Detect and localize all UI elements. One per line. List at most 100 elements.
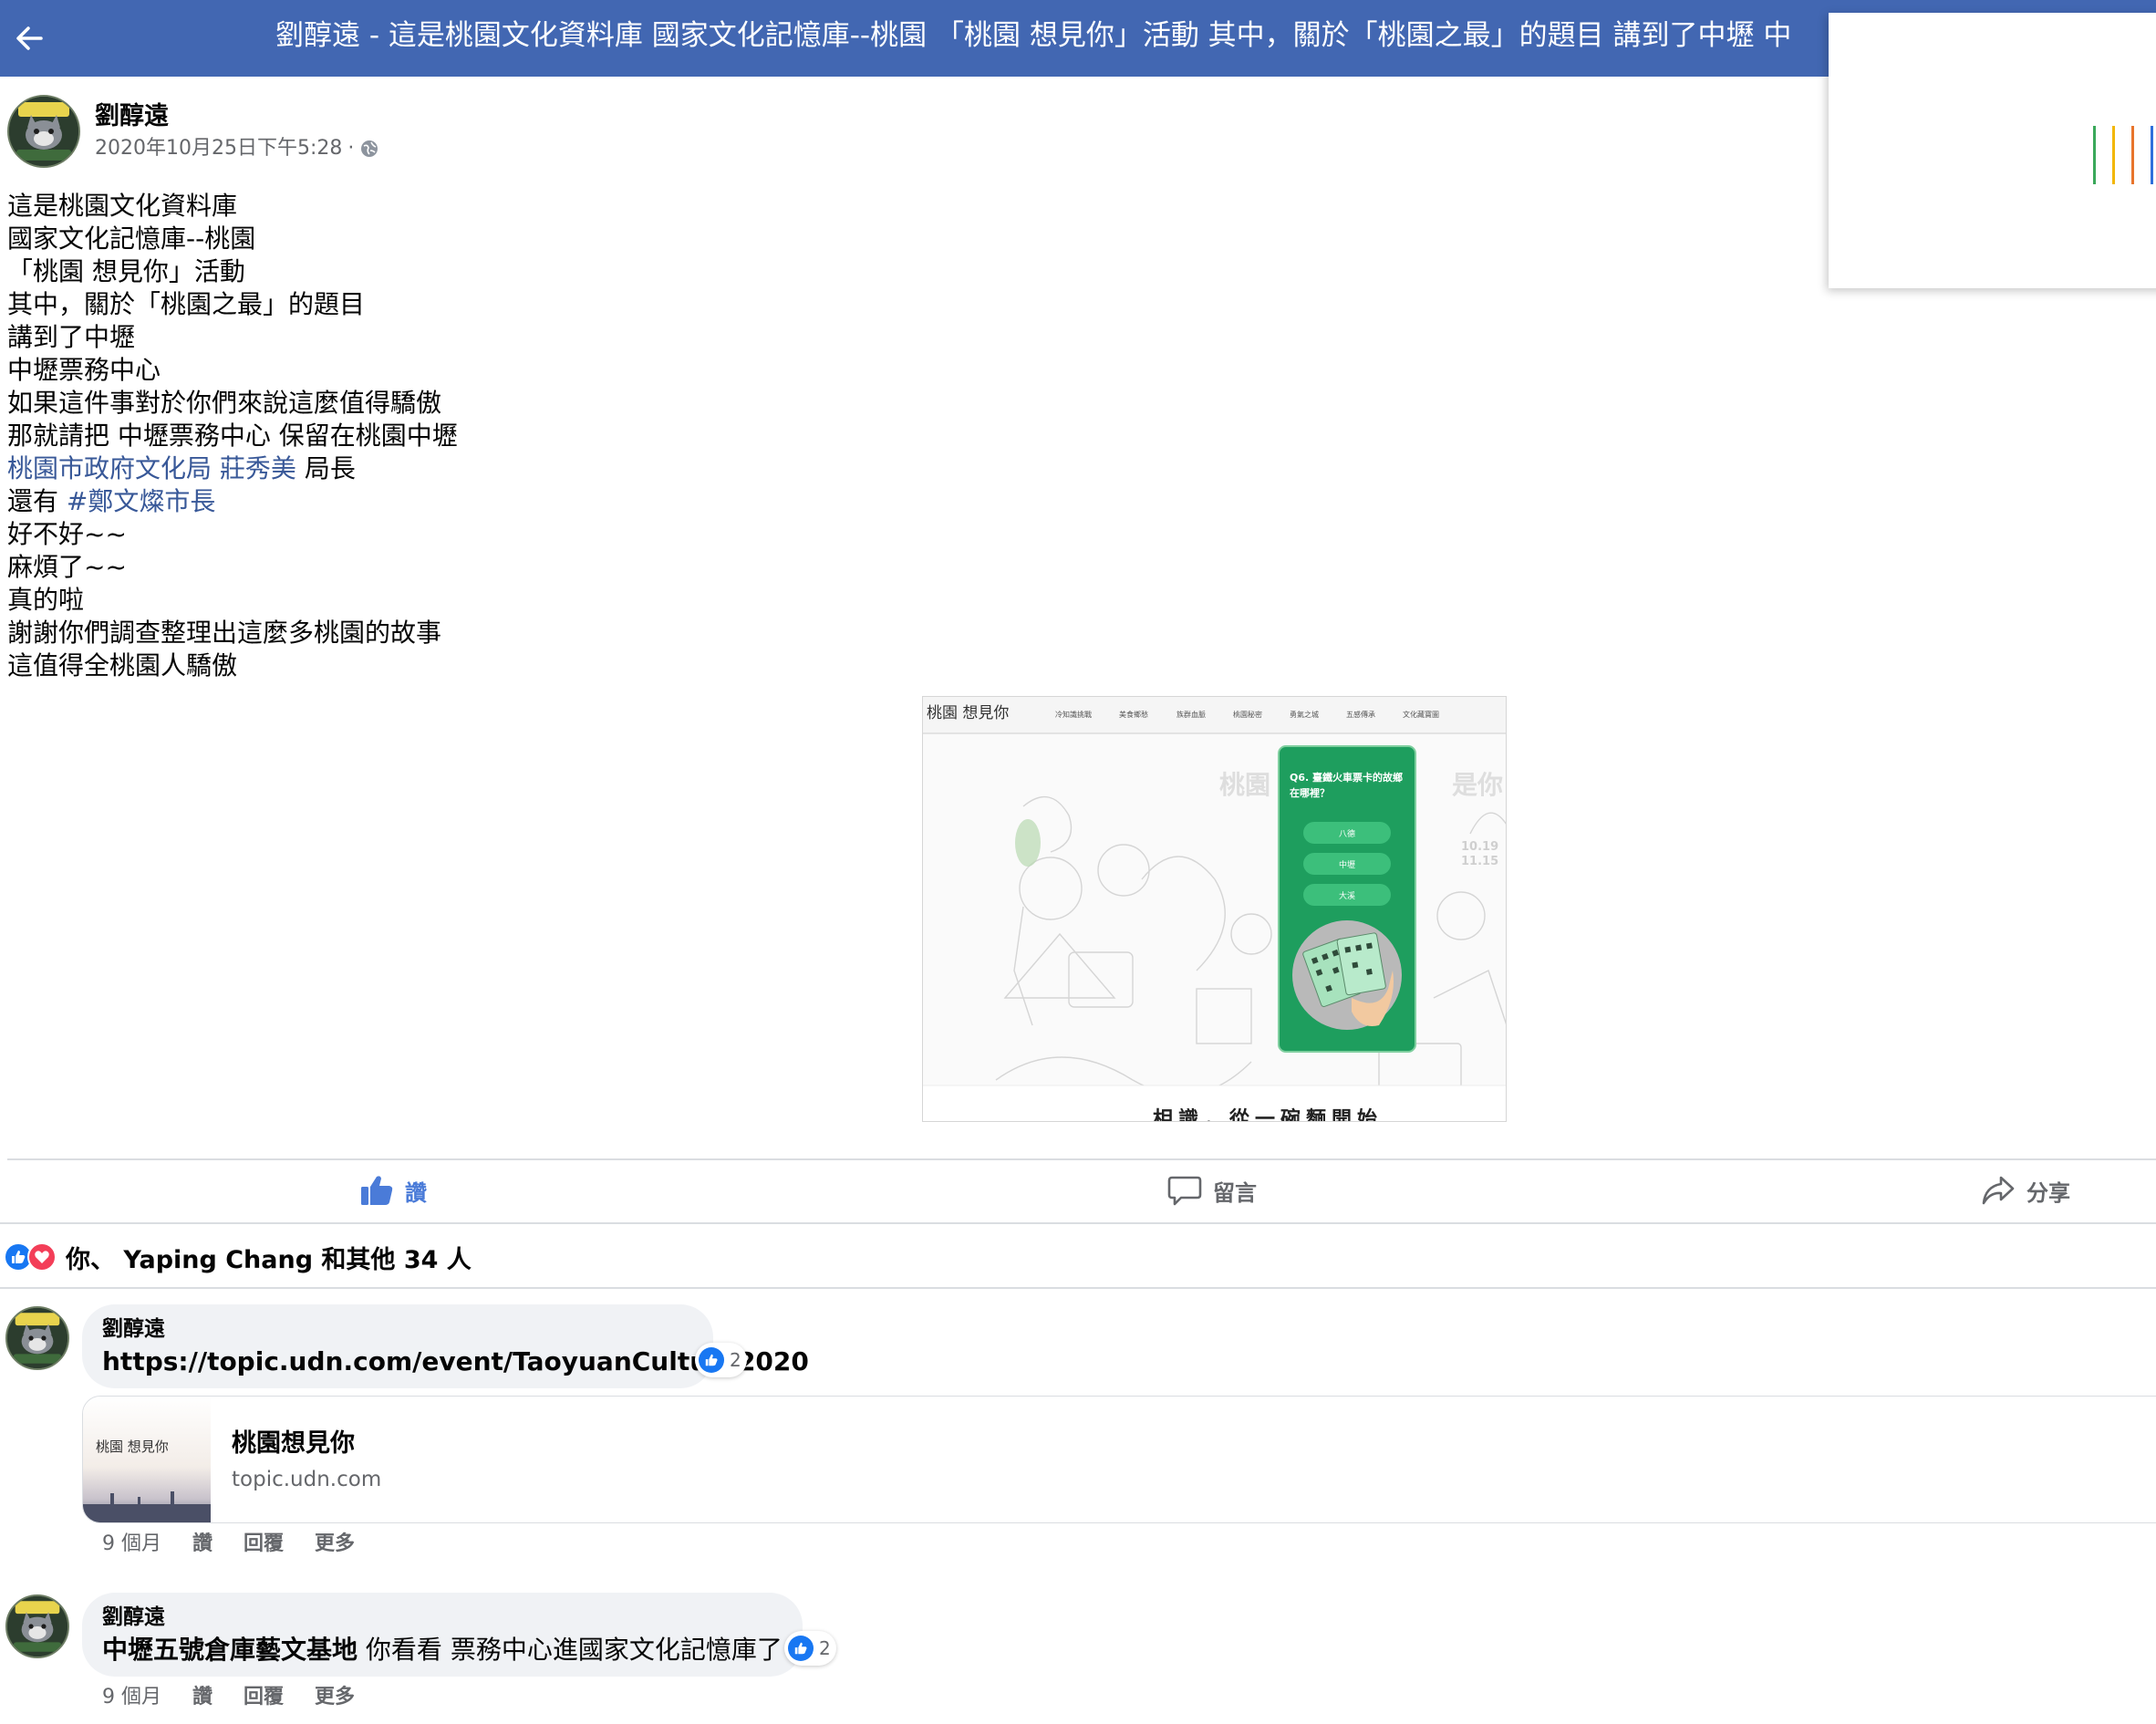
divider <box>0 1222 2156 1224</box>
comment-time: 9 個月 <box>102 1532 161 1555</box>
cat-avatar-image <box>9 97 78 166</box>
comment-actions: 9 個月 讚 回覆 更多 <box>102 1531 355 1558</box>
comment-button[interactable]: 留言 <box>1167 1169 1257 1211</box>
post-photo[interactable]: 桃園 想見你 冷知識挑戰 美食鄉愁 族群血脈 桃園秘密 勇氣之城 五感傳承 文化… <box>922 696 1507 1122</box>
comment-mention-link[interactable]: 中壢五號倉庫藝文基地 <box>102 1635 358 1665</box>
post-line: 麻煩了~~ <box>7 552 127 582</box>
comment-like-button[interactable]: 讚 <box>192 1531 212 1558</box>
post-line: 那就請把 中壢票務中心 保留在桃園中壢 <box>7 421 458 451</box>
post-line: 這是桃園文化資料庫 <box>7 191 238 221</box>
site-nav-item: 五感傳承 <box>1346 710 1375 719</box>
post-line-mentions: 桃園市政府文化局 莊秀美 局長 <box>7 452 458 485</box>
comment-actions: 9 個月 讚 回覆 更多 <box>102 1684 355 1711</box>
cat-avatar-image <box>7 1308 67 1368</box>
love-reaction-icon <box>27 1242 57 1272</box>
arrow-left-icon <box>16 26 43 50</box>
meta-separator: · <box>347 137 355 160</box>
mention-link-culture-bureau[interactable]: 桃園市政府文化局 <box>7 453 212 483</box>
globe-icon <box>359 139 379 159</box>
quiz-option-label: 中壢 <box>1339 859 1355 870</box>
post-line: 這值得全桃園人驕傲 <box>7 650 238 680</box>
thumbs-up-icon <box>361 1176 393 1205</box>
quiz-option-label: 大溪 <box>1339 890 1355 901</box>
post-meta: 2020年10月25日下午5:28 · <box>95 134 379 163</box>
event-date-end: 11.15 <box>1461 855 1498 868</box>
post-line: 真的啦 <box>7 585 85 615</box>
comment-reply-button[interactable]: 回覆 <box>244 1684 284 1711</box>
post-line: 國家文化記憶庫--桃園 <box>7 223 256 254</box>
commenter-avatar[interactable] <box>5 1306 69 1370</box>
comment-reply-button[interactable]: 回覆 <box>244 1531 284 1558</box>
post-timestamp[interactable]: 2020年10月25日下午5:28 <box>95 134 342 163</box>
post-line: 好不好~~ <box>7 519 127 549</box>
mention-suffix: 局長 <box>295 453 356 483</box>
divider <box>7 1158 2156 1160</box>
bg-text-right: 是你 <box>1452 770 1503 800</box>
comment-label: 留言 <box>1213 1179 1257 1206</box>
comment-bubble-icon <box>1167 1176 1202 1206</box>
comment-more-button[interactable]: 更多 <box>315 1684 355 1711</box>
site-nav-item: 冷知識挑戰 <box>1055 710 1092 719</box>
mention-link-person[interactable]: 莊秀美 <box>220 453 296 483</box>
reactions-summary[interactable]: 你、 Yaping Chang 和其他 34 人 <box>4 1239 472 1275</box>
like-button[interactable]: 讚 <box>359 1169 427 1211</box>
link-preview-thumbnail: 桃園 想見你 <box>83 1397 211 1522</box>
post-author-name[interactable]: 劉醇遠 <box>95 100 169 133</box>
back-button[interactable] <box>7 16 51 60</box>
comment-time: 9 個月 <box>102 1686 161 1708</box>
like-reaction-icon <box>699 1347 724 1373</box>
post-line: 中壢票務中心 <box>7 355 161 385</box>
loading-bar-yellow <box>2112 126 2115 184</box>
comment-reaction-count[interactable]: 2 <box>784 1631 836 1666</box>
comment-text: 你看看 票務中心進國家文化記憶庫了 <box>358 1635 783 1665</box>
quiz-option-label: 八德 <box>1339 828 1355 839</box>
post-line: 其中，關於「桃園之最」的題目 <box>7 289 366 319</box>
share-label: 分享 <box>2026 1179 2070 1206</box>
hashtag-prefix: 還有 <box>7 486 67 516</box>
site-nav-item: 桃園秘密 <box>1233 710 1262 719</box>
post-line: 「桃園 想見你」活動 <box>7 256 245 286</box>
link-preview-card[interactable]: 桃園 想見你 桃園想見你 topic.udn.com <box>82 1396 2156 1523</box>
thumbnail-logo: 桃園 想見你 <box>96 1438 169 1455</box>
comment-like-button[interactable]: 讚 <box>192 1684 212 1711</box>
cat-avatar-image <box>7 1596 67 1656</box>
link-preview-title: 桃園想見你 <box>232 1429 355 1458</box>
site-nav-item: 勇氣之城 <box>1290 710 1319 719</box>
share-arrow-icon <box>1982 1176 2015 1205</box>
loading-bar-orange <box>2131 126 2134 184</box>
site-caption: 相識，從一碗麵開始 <box>1153 1107 1383 1122</box>
author-avatar[interactable] <box>7 95 80 168</box>
post-line: 如果這件事對於你們來說這麼值得驕傲 <box>7 388 442 418</box>
site-logo: 桃園 想見你 <box>927 704 1009 722</box>
reaction-count: 2 <box>819 1637 831 1659</box>
comment-reaction-count[interactable]: 2 <box>695 1343 747 1377</box>
site-nav-item: 文化藏寶圖 <box>1403 710 1439 719</box>
post-line: 謝謝你們調查整理出這麼多桃園的故事 <box>7 618 442 648</box>
post-message: 這是桃園文化資料庫 國家文化記憶庫--桃園 「桃園 想見你」活動 其中，關於「桃… <box>7 190 458 682</box>
event-date-start: 10.19 <box>1461 840 1498 854</box>
post-line: 講到了中壢 <box>7 322 136 352</box>
site-nav-item: 族群血脈 <box>1176 710 1206 719</box>
site-nav-item: 美食鄉愁 <box>1119 710 1148 719</box>
like-reaction-icon <box>788 1636 814 1661</box>
post-line-hashtag: 還有 #鄭文燦市長 <box>7 485 458 518</box>
reactions-summary-text: 你、 Yaping Chang 和其他 34 人 <box>66 1245 472 1274</box>
bg-text-left: 桃園 <box>1219 770 1270 800</box>
comment-bubble: 劉醇遠 中壢五號倉庫藝文基地 你看看 票務中心進國家文化記憶庫了 <box>82 1593 803 1677</box>
comment-author[interactable]: 劉醇遠 <box>102 1314 693 1345</box>
floating-side-panel <box>1829 13 2156 288</box>
divider <box>0 1287 2156 1289</box>
reaction-count: 2 <box>730 1349 741 1371</box>
loading-bar-blue <box>2151 126 2153 184</box>
like-label: 讚 <box>405 1179 427 1206</box>
share-button[interactable]: 分享 <box>1981 1169 2070 1211</box>
commenter-avatar[interactable] <box>5 1594 69 1658</box>
page-title: 劉醇遠 - 這是桃園文化資料庫 國家文化記憶庫--桃園 「桃園 想見你」活動 其… <box>275 19 1792 52</box>
quiz-question: Q6. 臺鐵火車票卡的故鄉 <box>1290 771 1403 784</box>
quiz-question-line2: 在哪裡？ <box>1290 786 1330 799</box>
comment-bubble: 劉醇遠 https://topic.udn.com/event/TaoyuanC… <box>82 1304 809 1388</box>
loading-bar-green <box>2093 126 2096 184</box>
hashtag-link[interactable]: #鄭文燦市長 <box>67 486 215 516</box>
comment-more-button[interactable]: 更多 <box>315 1531 355 1558</box>
comment-author[interactable]: 劉醇遠 <box>102 1602 783 1633</box>
